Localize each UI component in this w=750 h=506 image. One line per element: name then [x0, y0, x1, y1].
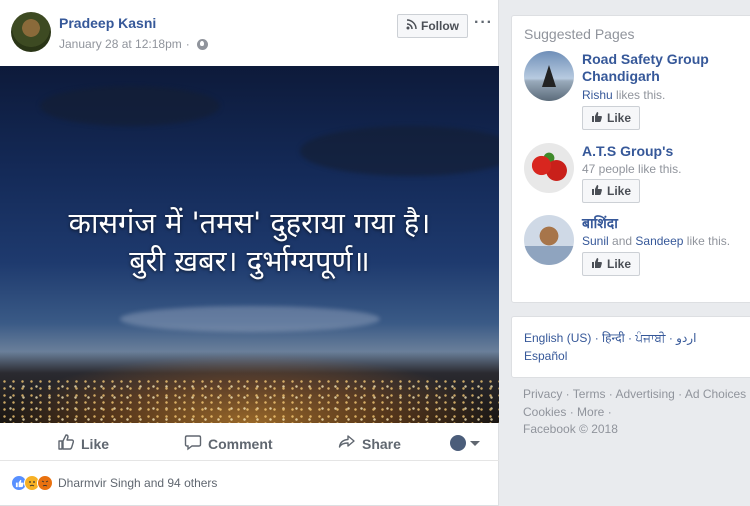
page-picture[interactable] [524, 143, 574, 193]
friend-name-link[interactable]: Rishu [582, 88, 613, 102]
like-button-label: Like [606, 184, 631, 198]
follow-label: Follow [421, 19, 459, 33]
post-timestamp-link[interactable]: January 28 at 12:18pm [59, 37, 182, 51]
follow-button[interactable]: Follow [397, 14, 468, 38]
current-language: English (US) [524, 331, 592, 345]
photo-overlay-text: कासगंज में 'तमस' दुहराया गया है। बुरी ख़… [0, 204, 499, 280]
friend-name-link[interactable]: Sandeep [635, 234, 683, 248]
page-like-button[interactable]: Like [582, 106, 640, 130]
like-button-label: Like [606, 257, 631, 271]
photo-text-line-2: बुरी ख़बर। दुर्भाग्यपूर्ण॥ [129, 244, 370, 278]
share-button[interactable]: Share [338, 433, 401, 454]
likes-text: like this. [683, 234, 731, 248]
footer-copyright: Facebook © 2018 [523, 422, 618, 436]
photo-text-line-1: कासगंज में 'तमस' दुहराया गया है। [68, 206, 431, 240]
thumbs-up-icon [57, 433, 75, 454]
page-name-link[interactable]: बाशिंदा [582, 215, 750, 232]
suggested-page-item: A.T.S Group's 47 people like this. Like [524, 143, 750, 213]
language-link-hindi[interactable]: हिन्दी [602, 331, 625, 345]
page-picture[interactable] [524, 215, 574, 265]
page-social-context: Sunil and Sandeep like this. [582, 234, 730, 248]
share-label: Share [362, 435, 401, 452]
like-button-label: Like [606, 111, 631, 125]
page-picture[interactable] [524, 51, 574, 101]
post-action-bar: Like Comment Share [0, 425, 499, 461]
page-social-context: Rishu likes this. [582, 88, 665, 102]
globe-icon[interactable] [196, 38, 208, 50]
profile-avatar-icon [450, 435, 466, 451]
suggested-pages-title: Suggested Pages [524, 26, 635, 42]
meta-separator: · [185, 37, 190, 51]
page-social-context: 47 people like this. [582, 162, 682, 176]
author-avatar[interactable] [11, 12, 51, 52]
post-as-selector[interactable] [450, 435, 480, 451]
suggested-pages-card: Suggested Pages Road Safety Group Chandi… [511, 15, 750, 303]
page-like-button[interactable]: Like [582, 252, 640, 276]
page-like-button[interactable]: Like [582, 179, 640, 203]
author-name-link[interactable]: Pradeep Kasni [59, 15, 156, 31]
rss-icon [406, 19, 417, 33]
friend-name-link[interactable]: Sunil [582, 234, 609, 248]
language-link-urdu[interactable]: اردو [676, 331, 696, 345]
post-photo[interactable]: कासगंज में 'तमस' दुहराया गया है। बुरी ख़… [0, 66, 499, 423]
comment-button[interactable]: Comment [184, 433, 273, 454]
suggested-page-item: Road Safety Group Chandigarh Rishu likes… [524, 51, 750, 130]
likes-text: and [608, 234, 636, 248]
language-link-punjabi[interactable]: ਪੰਜਾਬੀ [635, 331, 665, 345]
footer-links-line-2[interactable]: Cookies · More · [523, 404, 750, 422]
like-button[interactable]: Like [57, 433, 109, 454]
more-options-icon[interactable]: ··· [474, 14, 493, 32]
news-feed-post: Pradeep Kasni January 28 at 12:18pm · Fo… [0, 0, 499, 506]
language-separator: · [624, 331, 636, 345]
like-label: Like [81, 435, 110, 452]
thumbs-up-icon [591, 257, 603, 272]
footer-links: Privacy · Terms · Advertising · Ad Choic… [523, 386, 750, 439]
language-link-spanish[interactable]: Español [524, 349, 567, 363]
footer-links-line-1[interactable]: Privacy · Terms · Advertising · Ad Choic… [523, 386, 750, 404]
page-name-link[interactable]: A.T.S Group's [582, 143, 750, 160]
thumbs-up-icon [591, 111, 603, 126]
language-separator: · [665, 331, 677, 345]
post-meta: January 28 at 12:18pm · [59, 37, 208, 51]
angry-reaction-icon [37, 475, 53, 491]
comment-icon [184, 433, 202, 454]
likes-text: likes this. [612, 88, 666, 102]
thumbs-up-icon [591, 184, 603, 199]
page-name-link[interactable]: Road Safety Group Chandigarh [582, 51, 750, 85]
language-selector-card: English (US) · हिन्दी · ਪੰਜਾਬੀ · اردو Es… [511, 316, 750, 378]
reactions-text: Dharmvir Singh and 94 others [58, 476, 218, 490]
comment-label: Comment [208, 435, 273, 452]
post-header: Pradeep Kasni January 28 at 12:18pm · Fo… [11, 12, 493, 56]
language-separator: · [591, 331, 603, 345]
suggested-page-item: बाशिंदा Sunil and Sandeep like this. Lik… [524, 215, 750, 285]
reactions-summary[interactable]: Dharmvir Singh and 94 others [11, 475, 217, 491]
share-icon [338, 433, 356, 454]
caret-down-icon [470, 440, 480, 446]
